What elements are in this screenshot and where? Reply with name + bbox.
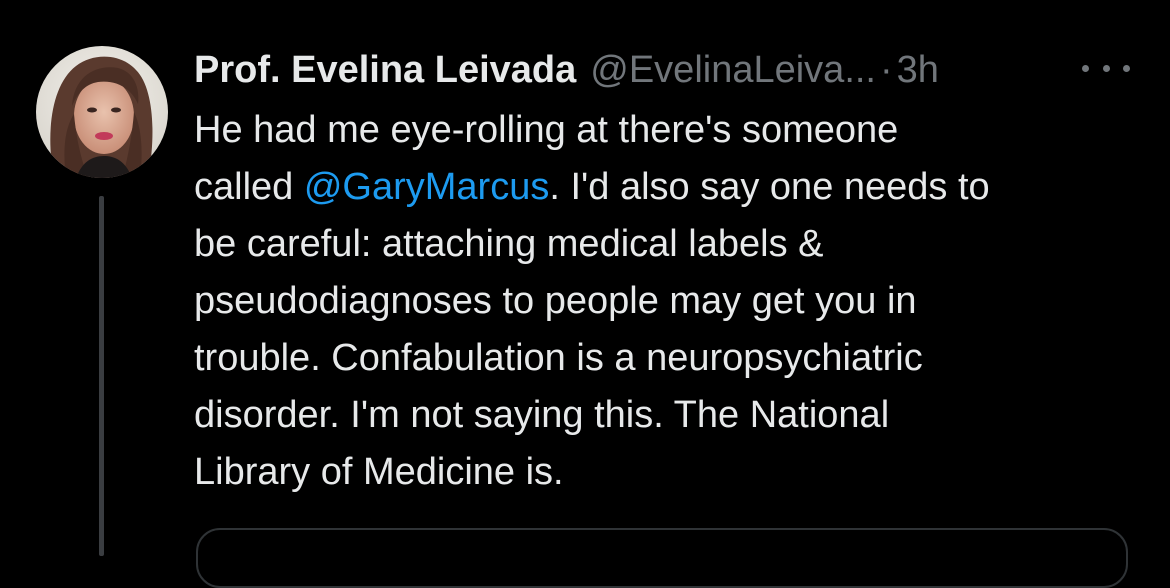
mention-link[interactable]: @GaryMarcus <box>304 166 550 208</box>
tweet-text-line: called @GaryMarcus. I'd also say one nee… <box>194 159 1144 216</box>
timestamp[interactable]: 3h <box>897 49 939 92</box>
author-handle[interactable]: @EvelinaLeiva... <box>590 49 876 92</box>
more-dot <box>1123 64 1130 72</box>
tweet-text-line: be careful: attaching medical labels & <box>194 223 824 265</box>
more-dot <box>1082 64 1089 72</box>
tweet[interactable]: Prof. Evelina Leivada @EvelinaLeiva... ·… <box>0 0 1170 588</box>
tweet-text-line: Library of Medicine is. <box>194 451 564 493</box>
quoted-tweet-card[interactable] <box>196 528 1128 588</box>
header-separator: · <box>880 48 893 91</box>
avatar[interactable] <box>36 46 168 178</box>
tweet-text-segment: called <box>194 166 304 208</box>
thread-connector-line <box>99 196 104 556</box>
tweet-text-line: pseudodiagnoses to people may get you in <box>194 280 917 322</box>
tweet-text: He had me eye-rolling at there's someone… <box>194 102 1144 501</box>
tweet-text-segment: . I'd also say one needs to <box>549 166 990 208</box>
author-name[interactable]: Prof. Evelina Leivada <box>194 49 576 92</box>
profile-photo <box>36 46 168 178</box>
more-dot <box>1102 64 1110 72</box>
tweet-header: Prof. Evelina Leivada @EvelinaLeiva... ·… <box>194 44 939 96</box>
tweet-text-line: He had me eye-rolling at there's someone <box>194 109 899 151</box>
tweet-text-line: disorder. I'm not saying this. The Natio… <box>194 394 890 436</box>
more-horizontal-icon[interactable] <box>1082 56 1130 80</box>
tweet-text-line: trouble. Confabulation is a neuropsychia… <box>194 337 923 379</box>
